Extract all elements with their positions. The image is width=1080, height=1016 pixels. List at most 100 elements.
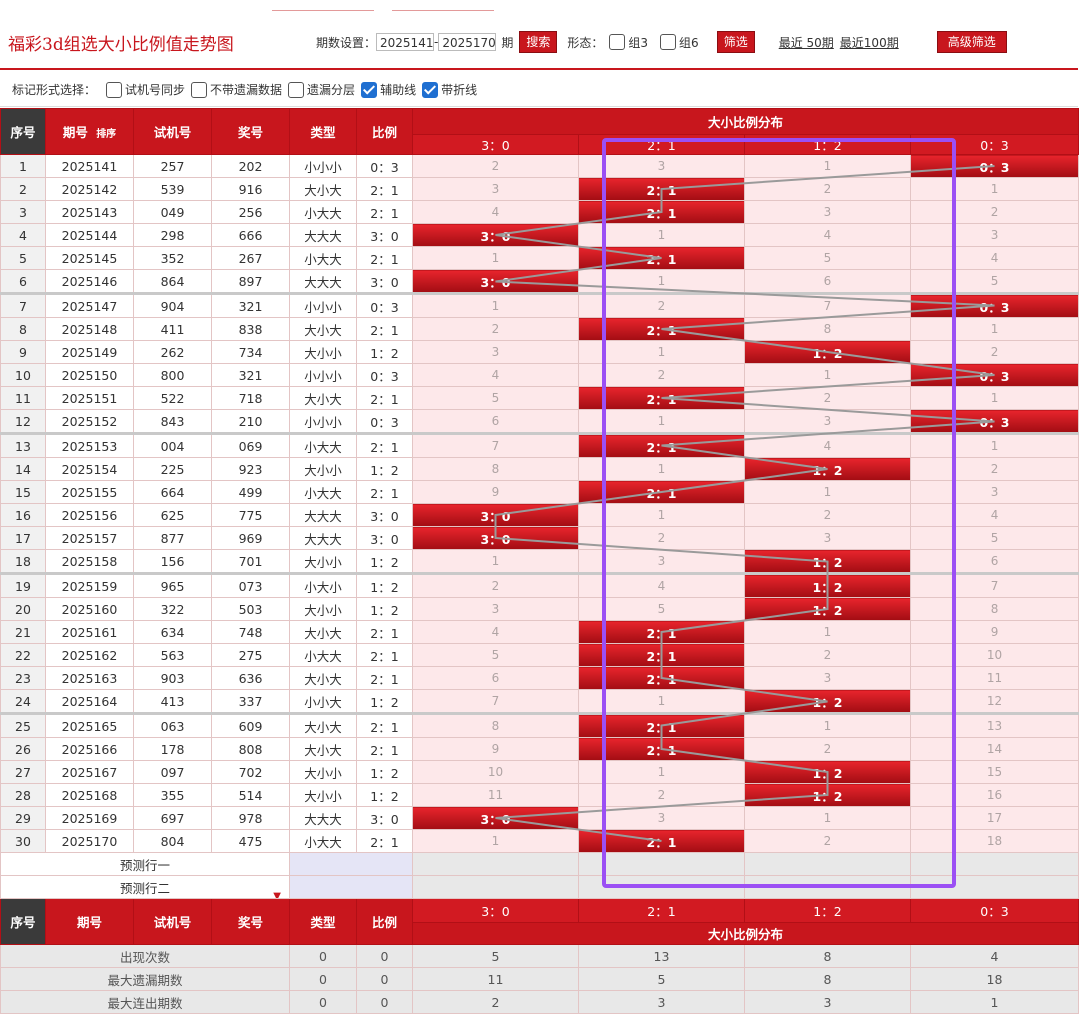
issue-cell: 2025170 <box>45 829 134 853</box>
ratio-cell: 2：1 <box>356 666 413 690</box>
period-to-input[interactable]: 2025170 <box>438 33 497 51</box>
issue-cell: 2025145 <box>45 246 134 270</box>
type-cell: 大大大 <box>289 503 357 527</box>
table-row: 24 2025164 413 337 小小大 1：2 7 1 1：2 12 <box>0 689 1080 714</box>
stat-ratio: 0 <box>356 990 413 1014</box>
ratio-cell: 1：2 <box>356 597 413 621</box>
issue-cell: 2025153 <box>45 432 134 458</box>
hit-cell: 3：0 <box>412 503 579 527</box>
type-cell: 大小大 <box>289 620 357 644</box>
omission-cell: 6 <box>412 666 579 690</box>
pred-row-1-label: 预测行一 <box>0 852 290 876</box>
pred-1-12[interactable] <box>744 852 911 876</box>
period-from-input[interactable]: 2025141 <box>376 33 435 51</box>
recent-50-link[interactable]: 最近 50期 <box>779 34 834 51</box>
issue-cell: 2025165 <box>45 712 134 738</box>
table-row: 6 2025146 864 897 大大大 3：0 3：0 1 6 5 <box>0 269 1080 294</box>
recent-100-link[interactable]: 最近100期 <box>840 34 899 51</box>
issue-cell: 2025151 <box>45 386 134 410</box>
guide-line-checkbox[interactable] <box>361 81 378 98</box>
omission-cell: 8 <box>744 317 911 341</box>
hit-cell: 0：3 <box>909 292 1080 318</box>
pred-row-2-input[interactable] <box>289 875 413 899</box>
table-row: 11 2025151 522 718 大小大 2：1 5 2：1 2 1 <box>0 386 1080 410</box>
table-row: 1 2025141 257 202 小小小 0：3 2 3 1 0：3 <box>0 154 1080 178</box>
filter-bar: 期数设置： 2025141 - 2025170 期 搜索 形态： 组3 组6 筛… <box>316 30 1013 54</box>
foot-ratio-30: 3：0 <box>412 898 579 923</box>
pred-1-03[interactable] <box>909 852 1080 876</box>
ratio-cell: 2：1 <box>356 200 413 224</box>
filter-button[interactable]: 筛选 <box>716 31 755 53</box>
seq-cell: 11 <box>0 386 46 410</box>
seq-cell: 17 <box>0 526 46 550</box>
omission-cell: 2 <box>412 317 579 341</box>
seq-cell: 20 <box>0 597 46 621</box>
table-row: 2 2025142 539 916 大小大 2：1 3 2：1 2 1 <box>0 177 1080 201</box>
trial-sync-checkbox[interactable] <box>106 81 123 98</box>
seq-cell: 4 <box>0 223 46 247</box>
issue-cell: 2025159 <box>45 572 134 598</box>
stat-value: 4 <box>909 944 1080 968</box>
ratio-header-30: 3：0 <box>412 134 579 155</box>
ratio-cell: 0：3 <box>356 292 413 318</box>
omit-layer-checkbox[interactable] <box>288 81 305 98</box>
search-button[interactable]: 搜索 <box>519 31 558 53</box>
trial-cell: 257 <box>133 154 212 178</box>
pred-1-30[interactable] <box>412 852 579 876</box>
pred-2-21[interactable] <box>578 875 745 899</box>
prize-cell: 514 <box>211 783 290 807</box>
period-unit: 期 <box>501 35 514 50</box>
guide-line-label: 辅助线 <box>380 83 417 97</box>
foot-trial-header: 试机号 <box>133 898 212 945</box>
pred-row-2-label: 预测行二 ▼ <box>0 875 290 899</box>
table-row: 23 2025163 903 636 大小大 2：1 6 2：1 3 11 <box>0 666 1080 690</box>
omission-cell: 9 <box>909 620 1080 644</box>
col-ratio-header: 比例 <box>356 108 413 155</box>
foot-ratio-12: 1：2 <box>744 898 911 923</box>
period-label: 期数设置： <box>316 35 377 50</box>
omission-cell: 1 <box>578 340 745 364</box>
seq-cell: 15 <box>0 480 46 504</box>
omission-cell: 4 <box>412 363 579 387</box>
pred-2-30[interactable] <box>412 875 579 899</box>
omission-cell: 8 <box>412 457 579 481</box>
pred-1-21[interactable] <box>578 852 745 876</box>
seq-cell: 8 <box>0 317 46 341</box>
trial-cell: 634 <box>133 620 212 644</box>
type-cell: 大小大 <box>289 666 357 690</box>
stat-label: 最大连出期数 <box>0 990 290 1014</box>
issue-cell: 2025169 <box>45 806 134 830</box>
omission-cell: 13 <box>909 712 1080 738</box>
prize-cell: 202 <box>211 154 290 178</box>
hit-cell: 2：1 <box>578 666 745 690</box>
advanced-filter-button[interactable]: 高级筛选 <box>936 31 1007 53</box>
no-omit-checkbox[interactable] <box>191 81 208 98</box>
top-tab-1[interactable] <box>272 1 374 11</box>
sort-label[interactable]: 排序 <box>96 129 116 140</box>
ratio-cell: 3：0 <box>356 526 413 550</box>
mark-label: 标记形式选择： <box>12 83 97 97</box>
zu6-checkbox[interactable] <box>660 34 677 50</box>
ratio-header-21: 2：1 <box>578 134 745 155</box>
omission-cell: 1 <box>412 829 579 853</box>
ratio-cell: 0：3 <box>356 409 413 434</box>
polyline-checkbox[interactable] <box>422 81 439 98</box>
omission-cell: 7 <box>412 689 579 714</box>
zu3-checkbox[interactable] <box>609 34 626 50</box>
stats-body: 出现次数 0 0 5 13 8 4 最大遗漏期数 0 0 11 5 8 18 最大连出期数 0 0 2 3 3 1 <box>0 944 1080 1014</box>
prize-cell: 636 <box>211 666 290 690</box>
trial-cell: 262 <box>133 340 212 364</box>
table-row: 30 2025170 804 475 小大大 2：1 1 2：1 2 18 <box>0 829 1080 853</box>
trend-table: 序号 期号 排序 试机号 奖号 类型 比例 大小比例分布 3：0 2：1 1：2… <box>0 108 1080 1014</box>
seq-cell: 9 <box>0 340 46 364</box>
table-row: 27 2025167 097 702 大小小 1：2 10 1 1：2 15 <box>0 760 1080 784</box>
pred-2-12[interactable] <box>744 875 911 899</box>
type-cell: 小大大 <box>289 246 357 270</box>
pred-row-1-input[interactable] <box>289 852 413 876</box>
col-issue-header[interactable]: 期号 排序 <box>45 108 134 155</box>
stat-row: 最大连出期数 0 0 2 3 3 1 <box>0 990 1080 1014</box>
omission-cell: 5 <box>412 643 579 667</box>
issue-cell: 2025162 <box>45 643 134 667</box>
pred-2-03[interactable] <box>909 875 1080 899</box>
top-tab-2[interactable] <box>392 1 494 11</box>
